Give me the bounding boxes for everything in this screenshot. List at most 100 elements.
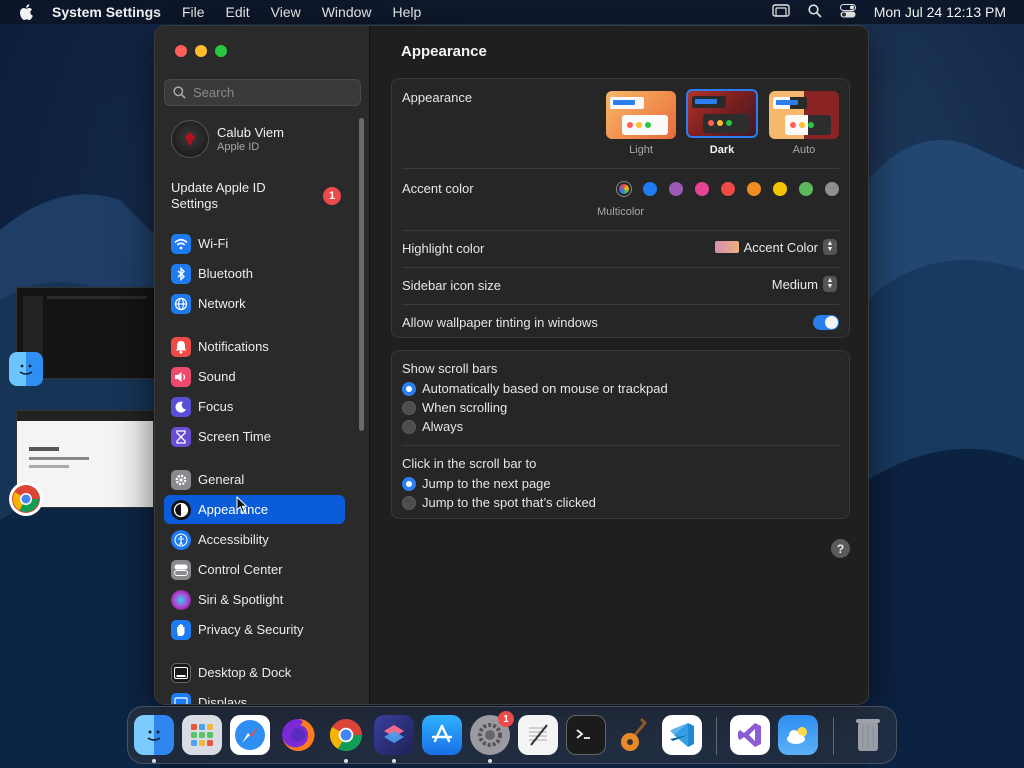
launchpad-icon[interactable]: [182, 715, 222, 755]
appearance-label: Appearance: [402, 90, 473, 105]
appearance-option-auto-label: Auto: [792, 144, 816, 156]
sidebar-icon-size-label: Sidebar icon size: [402, 278, 501, 293]
sidebar-scrollbar[interactable]: [359, 118, 364, 431]
radio-button[interactable]: [402, 495, 416, 510]
window-controls: [175, 45, 227, 57]
radio-button[interactable]: [402, 419, 416, 434]
radio-label: Automatically based on mouse or trackpad: [422, 381, 668, 396]
hand-icon: [171, 619, 191, 640]
terminal-icon[interactable]: [566, 715, 606, 755]
scroll-bars-settings-card: Show scroll bars Automatically based on …: [391, 350, 850, 519]
dock-separator: [833, 717, 834, 755]
shortcuts-icon[interactable]: [374, 715, 414, 755]
accent-blue-swatch[interactable]: [643, 182, 657, 196]
accent-red-swatch[interactable]: [721, 182, 735, 196]
click-scroll-option-spot-clicked[interactable]: Jump to the spot that’s clicked: [402, 495, 596, 510]
radio-button-selected[interactable]: [402, 476, 416, 491]
close-window-button[interactable]: [175, 45, 187, 57]
garageband-icon[interactable]: [614, 715, 654, 755]
menu-window[interactable]: Window: [322, 4, 372, 20]
safari-icon[interactable]: [230, 715, 270, 755]
app-name-menu[interactable]: System Settings: [52, 4, 161, 20]
chevron-updown-icon: ▲ ▼: [823, 276, 837, 292]
help-button[interactable]: ?: [831, 539, 850, 558]
menu-help[interactable]: Help: [393, 4, 422, 20]
accent-orange-swatch[interactable]: [747, 182, 761, 196]
search-input[interactable]: [193, 85, 353, 100]
running-indicator: [152, 759, 156, 763]
screen-mirroring-icon[interactable]: [772, 3, 790, 21]
trash-icon[interactable]: [848, 715, 888, 755]
appearance-option-dark-label: Dark: [709, 144, 735, 156]
scroll-bars-option-automatic[interactable]: Automatically based on mouse or trackpad: [402, 381, 668, 396]
menu-edit[interactable]: Edit: [226, 4, 250, 20]
accent-purple-swatch[interactable]: [669, 182, 683, 196]
sidebar-item-siri-spotlight[interactable]: Siri & Spotlight: [164, 585, 345, 614]
scroll-bars-option-when-scrolling[interactable]: When scrolling: [402, 400, 507, 415]
appearance-option-light[interactable]: [606, 91, 676, 139]
menu-view[interactable]: View: [271, 4, 301, 20]
menu-file[interactable]: File: [182, 4, 205, 20]
sidebar-item-focus[interactable]: Focus: [164, 392, 345, 421]
sidebar-item-privacy-security[interactable]: Privacy & Security: [164, 615, 345, 644]
scroll-bars-option-always[interactable]: Always: [402, 419, 463, 434]
sidebar-item-desktop-dock[interactable]: Desktop & Dock: [164, 658, 345, 687]
highlight-color-popup[interactable]: Accent Color ▲ ▼: [714, 239, 837, 255]
click-scroll-option-next-page[interactable]: Jump to the next page: [402, 476, 551, 491]
appearance-option-dark[interactable]: [686, 89, 758, 138]
control-center-icon[interactable]: [839, 3, 856, 21]
accent-multicolor-swatch[interactable]: [616, 181, 632, 197]
profile-subtitle: Apple ID: [217, 141, 260, 153]
sidebar-item-label: Accessibility: [198, 532, 269, 547]
hourglass-icon: [171, 426, 191, 447]
finder-icon[interactable]: [134, 715, 174, 755]
radio-button[interactable]: [402, 400, 416, 415]
apple-id-profile[interactable]: Calub Viem Apple ID: [171, 120, 284, 158]
accent-graphite-swatch[interactable]: [825, 182, 839, 196]
minimize-window-button[interactable]: [195, 45, 207, 57]
apple-menu-icon[interactable]: [0, 4, 52, 20]
radio-button-selected[interactable]: [402, 381, 416, 396]
accent-pink-swatch[interactable]: [695, 182, 709, 196]
sidebar-item-wifi[interactable]: Wi-Fi: [164, 229, 345, 258]
sidebar-item-displays[interactable]: Displays: [164, 688, 345, 704]
sidebar-item-label: Notifications: [198, 339, 269, 354]
sidebar-item-general[interactable]: General: [164, 465, 345, 494]
sidebar-item-network[interactable]: Network: [164, 289, 345, 318]
textedit-icon[interactable]: [518, 715, 558, 755]
radio-label: Always: [422, 419, 464, 434]
visual-studio-icon[interactable]: [730, 715, 770, 755]
sidebar-item-bluetooth[interactable]: Bluetooth: [164, 259, 345, 288]
sidebar-item-label: Wi-Fi: [198, 236, 229, 251]
accent-green-swatch[interactable]: [799, 182, 813, 196]
search-field[interactable]: [164, 79, 361, 106]
update-apple-id-item[interactable]: Update Apple ID Settings 1: [171, 180, 341, 212]
sidebar-item-control-center[interactable]: Control Center: [164, 555, 345, 584]
chrome-icon[interactable]: [326, 715, 366, 755]
appearance-option-auto[interactable]: [769, 91, 839, 139]
spotlight-search-icon[interactable]: [808, 3, 822, 21]
accent-yellow-swatch[interactable]: [773, 182, 787, 196]
sidebar-item-appearance[interactable]: Appearance: [164, 495, 345, 524]
sidebar-item-screen-time[interactable]: Screen Time: [164, 422, 345, 451]
vscode-icon[interactable]: [662, 715, 702, 755]
menu-clock[interactable]: Mon Jul 24 12:13 PM: [874, 4, 1006, 20]
sidebar-item-label: Control Center: [198, 562, 283, 577]
sidebar-icon-size-popup[interactable]: Medium ▲ ▼: [772, 276, 837, 292]
radio-label: Jump to the spot that’s clicked: [422, 495, 596, 510]
page-title: Appearance: [401, 43, 487, 60]
sidebar-item-notifications[interactable]: Notifications: [164, 332, 345, 361]
sidebar-icon-size-value: Medium: [771, 276, 818, 292]
running-indicator: [344, 759, 348, 763]
zoom-window-button[interactable]: [215, 45, 227, 57]
wallpaper-tinting-toggle[interactable]: [813, 315, 839, 330]
finder-desktop-icon[interactable]: [9, 352, 43, 386]
app-store-icon[interactable]: [422, 715, 462, 755]
weather-icon[interactable]: [778, 715, 818, 755]
sidebar-item-sound[interactable]: Sound: [164, 362, 345, 391]
accent-color-label: Accent color: [402, 181, 474, 196]
firefox-icon[interactable]: [278, 715, 318, 755]
accent-selected-name: Multicolor: [597, 206, 645, 218]
chrome-desktop-icon[interactable]: [9, 482, 43, 516]
sidebar-item-accessibility[interactable]: Accessibility: [164, 525, 345, 554]
